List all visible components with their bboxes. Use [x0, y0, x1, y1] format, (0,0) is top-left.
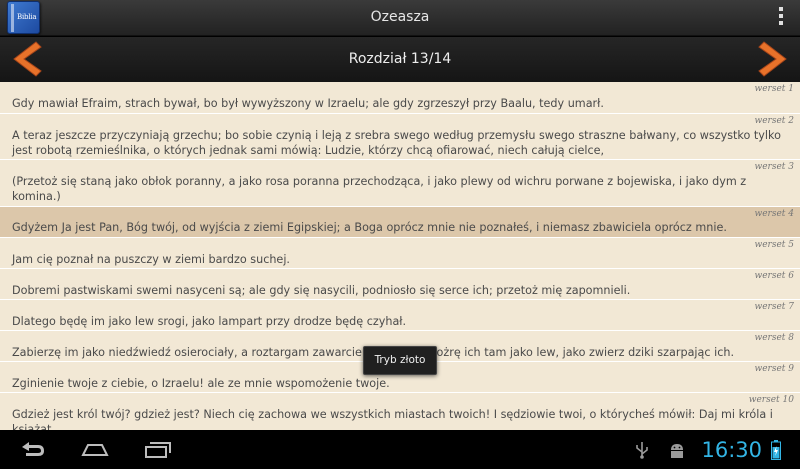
recent-apps-icon[interactable]	[142, 438, 172, 460]
arrow-right-icon[interactable]	[756, 40, 792, 78]
verse-number: werset 6	[754, 271, 794, 281]
verse-text: Gdy mawiał Efraim, strach bywał, bo był …	[12, 97, 604, 110]
verse-list[interactable]: werset 1 Gdy mawiał Efraim, strach bywał…	[0, 82, 800, 430]
verse-number: werset 1	[754, 84, 794, 94]
overflow-menu-icon[interactable]	[778, 7, 784, 29]
system-bar: 16:30	[0, 430, 800, 469]
verse-item[interactable]: werset 7 Dlatego będę im jako lew srogi,…	[0, 300, 800, 331]
usb-icon	[636, 442, 648, 459]
android-debug-icon	[671, 444, 683, 458]
verse-text: Gdzież jest król twój? gdzież jest? Niec…	[12, 408, 773, 430]
verse-number: werset 2	[754, 116, 794, 126]
verse-number: werset 7	[754, 302, 794, 312]
battery-icon	[771, 440, 781, 460]
chapter-nav-bar: Rozdział 13/14	[0, 37, 800, 82]
home-icon[interactable]	[80, 438, 110, 460]
verse-item[interactable]: werset 6 Dobremi pastwiskami swemi nasyc…	[0, 269, 800, 300]
verse-item[interactable]: werset 5 Jam cię poznał na puszczy w zie…	[0, 238, 800, 269]
verse-text: Jam cię poznał na puszczy w ziemi bardzo…	[12, 253, 290, 266]
verse-text: (Przetoż się staną jako obłok poranny, a…	[12, 175, 747, 203]
verse-number: werset 3	[754, 162, 794, 172]
app-title: Ozeasza	[370, 9, 430, 25]
verse-item[interactable]: werset 1 Gdy mawiał Efraim, strach bywał…	[0, 82, 800, 114]
verse-text: Dobremi pastwiskami swemi nasyceni są; a…	[12, 284, 631, 297]
verse-text: Gdyżem Ja jest Pan, Bóg twój, od wyjścia…	[12, 221, 727, 234]
back-icon[interactable]	[18, 438, 48, 460]
verse-text: Dlatego będę im jako lew srogi, jako lam…	[12, 315, 407, 328]
verse-item-selected[interactable]: werset 4 Gdyżem Ja jest Pan, Bóg twój, o…	[0, 207, 800, 238]
verse-number: werset 10	[748, 395, 794, 405]
verse-number: werset 8	[754, 333, 794, 343]
clock: 16:30	[701, 438, 762, 462]
verse-number: werset 4	[754, 209, 794, 219]
action-bar: Biblia Ozeasza	[0, 0, 800, 36]
verse-item[interactable]: werset 10 Gdzież jest król twój? gdzież …	[0, 393, 800, 430]
verse-number: werset 9	[754, 364, 794, 374]
verse-item[interactable]: werset 3 (Przetoż się staną jako obłok p…	[0, 160, 800, 207]
toast-message: Tryb złoto	[363, 346, 437, 375]
verse-number: werset 5	[754, 240, 794, 250]
chapter-title: Rozdział 13/14	[348, 51, 452, 67]
verse-text: A teraz jeszcze przyczyniają grzechu; bo…	[12, 129, 781, 157]
verse-item[interactable]: werset 2 A teraz jeszcze przyczyniają gr…	[0, 114, 800, 160]
